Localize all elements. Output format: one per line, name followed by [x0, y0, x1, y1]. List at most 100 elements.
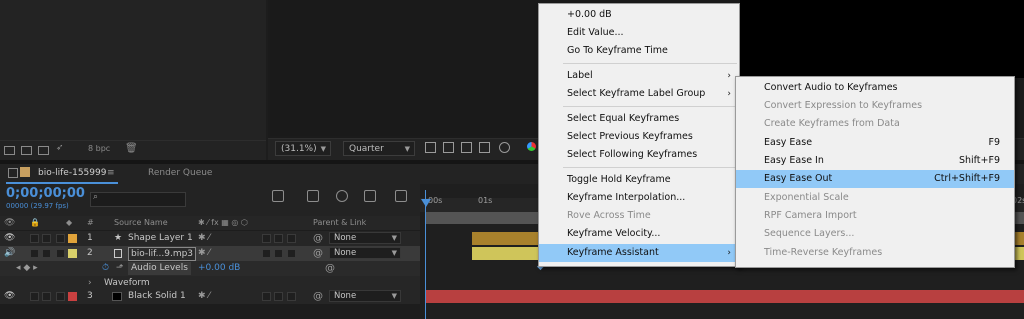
lock-switch[interactable] [30, 234, 39, 243]
trash-icon[interactable]: 🗑 [125, 143, 138, 154]
layer-bar-3[interactable] [426, 290, 1024, 303]
layer-label-color[interactable] [68, 249, 77, 258]
submenu-item-sequence-layers[interactable]: Sequence Layers... [736, 225, 1014, 243]
menu-item-rove-across-time[interactable]: Rove Across Time [539, 207, 739, 225]
adjustment-switch[interactable] [274, 234, 283, 243]
layer-switches[interactable]: ✱ ⁄ [198, 246, 210, 261]
shy-switch[interactable] [56, 249, 65, 258]
tab-render-queue[interactable]: Render Queue [148, 164, 212, 183]
menu-item-value[interactable]: +0.00 dB [539, 6, 739, 24]
expression-pick-whip-icon[interactable]: @ [325, 261, 335, 276]
keyframe-nav-icon[interactable]: ◂ ◆ ▸ [16, 261, 38, 276]
region-of-interest-icon[interactable] [425, 142, 436, 153]
submenu-item-create-keyframes-from-data[interactable]: Create Keyframes from Data [736, 115, 1014, 133]
motion-blur-icon[interactable] [364, 190, 376, 202]
tab-comp[interactable]: bio-life-155999 [38, 164, 106, 183]
3d-switch[interactable] [287, 234, 296, 243]
motion-blur-switch[interactable] [262, 292, 271, 301]
audio-levels-value[interactable]: +0.00 dB [198, 261, 240, 276]
menu-item-keyframe-velocity[interactable]: Keyframe Velocity... [539, 225, 739, 243]
parent-dropdown[interactable]: None ▼ [329, 232, 401, 244]
flowchart-icon[interactable]: ➶ [56, 143, 67, 153]
video-visibility-icon[interactable]: 👁 [4, 216, 15, 230]
layer-row-1[interactable]: 👁 1 ★ Shape Layer 1 ✱ ⁄ @ None ▼ [0, 231, 420, 247]
submenu-item-convert-audio-to-keyframes[interactable]: Convert Audio to Keyframes [736, 79, 1014, 97]
solo-switch[interactable] [42, 249, 51, 258]
submenu-item-convert-expression-to-keyframes[interactable]: Convert Expression to Keyframes [736, 97, 1014, 115]
eye-icon[interactable]: 👁 [4, 231, 15, 246]
submenu-item-easy-ease-in[interactable]: Easy Ease In Shift+F9 [736, 152, 1014, 170]
parent-dropdown[interactable]: None ▼ [329, 290, 401, 302]
layer-name[interactable]: Black Solid 1 [128, 289, 186, 304]
zoom-dropdown[interactable]: (31.1%) ▼ [275, 141, 331, 156]
layer-label-color[interactable] [68, 234, 77, 243]
playhead-handle-icon[interactable] [421, 199, 431, 207]
current-time-indicator[interactable] [425, 190, 426, 319]
menu-item-go-to-keyframe-time[interactable]: Go To Keyframe Time [539, 42, 739, 60]
motion-blur-switch[interactable] [262, 234, 271, 243]
tab-menu-icon[interactable]: ≡ [107, 164, 115, 183]
menu-item-select-previous-keyframes[interactable]: Select Previous Keyframes [539, 128, 739, 146]
submenu-item-time-reverse-keyframes[interactable]: Time-Reverse Keyframes [736, 244, 1014, 262]
label-tag-icon[interactable]: ◆ [66, 216, 72, 230]
layer-row-2[interactable]: 🔊 2 bio-lif...9.mp3 ✱ ⁄ @ None ▼ [0, 246, 420, 262]
3d-switch[interactable] [287, 249, 296, 258]
comp-mini-flowchart-icon[interactable] [272, 190, 284, 202]
layer-row-3[interactable]: 👁 3 Black Solid 1 ✱ ⁄ @ None ▼ [0, 289, 420, 305]
submenu-item-rpf-camera-import[interactable]: RPF Camera Import [736, 207, 1014, 225]
shy-switch[interactable] [56, 292, 65, 301]
lock-switch[interactable] [30, 249, 39, 258]
audio-speaker-icon[interactable]: 🔊 [4, 246, 15, 261]
pick-whip-icon[interactable]: @ [313, 231, 323, 246]
new-folder-icon[interactable] [21, 146, 32, 155]
stopwatch-icon[interactable]: ⏱ [102, 261, 109, 276]
solo-switch[interactable] [42, 234, 51, 243]
guides-icon[interactable] [479, 142, 490, 153]
graph-editor-icon[interactable] [395, 190, 407, 202]
menu-item-label-submenu[interactable]: Label › [539, 67, 739, 85]
menu-item-select-following-keyframes[interactable]: Select Following Keyframes [539, 146, 739, 164]
layer-name[interactable]: bio-lif...9.mp3 [128, 247, 197, 261]
solo-switch[interactable] [42, 292, 51, 301]
adjustment-switch[interactable] [274, 292, 283, 301]
menu-item-toggle-hold-keyframe[interactable]: Toggle Hold Keyframe [539, 171, 739, 189]
submenu-item-easy-ease-out[interactable]: Easy Ease Out Ctrl+Shift+F9 [736, 170, 1014, 188]
close-tab-icon[interactable] [8, 168, 18, 178]
color-channel-icon[interactable] [527, 142, 536, 151]
pick-whip-icon[interactable]: @ [313, 246, 323, 261]
resolution-dropdown[interactable]: Quarter ▼ [343, 141, 415, 156]
submenu-item-exponential-scale[interactable]: Exponential Scale [736, 189, 1014, 207]
3d-switch[interactable] [287, 292, 296, 301]
layer-name[interactable]: Shape Layer 1 [128, 231, 193, 246]
audio-levels-row[interactable]: ◂ ◆ ▸ ⏱ ⬏ Audio Levels +0.00 dB @ [0, 261, 420, 277]
menu-item-edit-value[interactable]: Edit Value... [539, 24, 739, 42]
submenu-item-easy-ease[interactable]: Easy Ease F9 [736, 134, 1014, 152]
bit-depth-label[interactable]: 8 bpc [88, 144, 110, 153]
source-name-header[interactable]: Source Name [114, 216, 168, 230]
pick-whip-icon[interactable]: @ [313, 289, 323, 304]
shy-layers-icon[interactable] [336, 190, 348, 202]
menu-item-select-keyframe-label-group[interactable]: Select Keyframe Label Group › [539, 85, 739, 103]
mask-visibility-icon[interactable] [461, 142, 472, 153]
shy-switch[interactable] [56, 234, 65, 243]
layer-search-input[interactable]: ⌕ [90, 192, 186, 207]
layer-switches[interactable]: ✱ ⁄ [198, 289, 210, 304]
parent-dropdown[interactable]: None ▼ [329, 247, 401, 259]
layer-label-color[interactable] [68, 292, 77, 301]
current-time-display[interactable]: 0;00;00;00 [6, 186, 85, 201]
adjustment-switch[interactable] [274, 249, 283, 258]
menu-item-keyframe-assistant[interactable]: Keyframe Assistant › [539, 244, 739, 262]
transparency-grid-icon[interactable] [443, 142, 454, 153]
eye-icon[interactable]: 👁 [4, 289, 15, 304]
menu-item-select-equal-keyframes[interactable]: Select Equal Keyframes [539, 110, 739, 128]
draft-3d-icon[interactable] [307, 190, 319, 202]
lock-switch[interactable] [30, 292, 39, 301]
interpret-footage-icon[interactable] [4, 146, 15, 155]
new-composition-icon[interactable] [38, 146, 49, 155]
parent-link-header[interactable]: Parent & Link [313, 216, 366, 230]
audio-levels-label[interactable]: Audio Levels [128, 262, 191, 275]
layer-switches[interactable]: ✱ ⁄ [198, 231, 210, 246]
motion-blur-switch[interactable] [262, 249, 271, 258]
menu-item-keyframe-interpolation[interactable]: Keyframe Interpolation... [539, 189, 739, 207]
snapshot-icon[interactable] [499, 142, 510, 153]
